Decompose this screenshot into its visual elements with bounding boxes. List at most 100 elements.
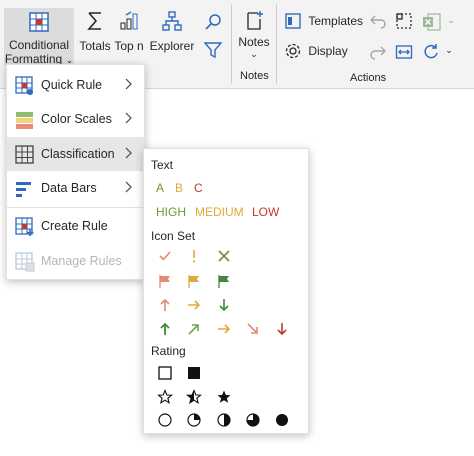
notes-group-label: Notes: [240, 70, 269, 82]
sigma-icon: [87, 12, 101, 30]
arrow-down-right-icon[interactable]: [245, 321, 261, 337]
chevron-down-icon: ⌄: [447, 15, 455, 25]
menu-item-classification[interactable]: Classification: [7, 137, 144, 171]
menu-item-data-bars[interactable]: Data Bars: [7, 171, 144, 205]
arrow-up-right-icon[interactable]: [186, 321, 202, 337]
table-grid-icon: [29, 12, 49, 32]
menu-item-create-rule[interactable]: Create Rule: [7, 209, 144, 243]
rating-section-header: Rating: [151, 344, 186, 358]
actions-group-label: Actions: [350, 72, 387, 84]
explorer-button[interactable]: Explorer: [148, 10, 196, 53]
menu-item-label: Color Scales: [41, 112, 112, 126]
circle-half-icon[interactable]: [216, 412, 232, 428]
chevron-right-icon: [125, 78, 132, 90]
letter-b-option[interactable]: B: [175, 181, 183, 195]
fit-width-button[interactable]: [394, 43, 414, 61]
arrow-right-icon[interactable]: [216, 321, 232, 337]
square-filled-icon[interactable]: [186, 365, 202, 381]
menu-item-label: Quick Rule: [41, 78, 103, 92]
arrow-up-icon[interactable]: [157, 297, 173, 313]
circle-empty-icon[interactable]: [157, 412, 173, 428]
chevron-right-icon: [125, 112, 132, 124]
menu-item-color-scales[interactable]: Color Scales: [7, 102, 144, 136]
star-empty-icon[interactable]: [157, 389, 173, 405]
menu-item-quick-rule[interactable]: Quick Rule: [7, 68, 144, 102]
conditional-formatting-menu: Quick Rule Color Scales Classification D…: [6, 64, 145, 280]
chevron-right-icon: [125, 147, 132, 159]
color-scales-icon: [16, 112, 33, 129]
arrows-horizontal-icon: [395, 45, 413, 59]
checkmark-icon[interactable]: [157, 248, 173, 264]
letter-c-option[interactable]: C: [194, 181, 203, 195]
arrow-down-icon[interactable]: [274, 321, 290, 337]
menu-item-manage-rules: Manage Rules: [7, 244, 144, 278]
notes-button[interactable]: Notes ⌄: [236, 10, 272, 60]
ribbon-separator: [231, 4, 232, 84]
refresh-button[interactable]: [420, 43, 442, 61]
circle-quarter-icon[interactable]: [186, 412, 202, 428]
display-button[interactable]: Display: [284, 42, 364, 64]
flag-green-icon[interactable]: [216, 273, 232, 289]
top-n-button[interactable]: Top n: [114, 10, 144, 53]
display-label: Display: [308, 44, 348, 58]
menu-item-label: Create Rule: [41, 219, 108, 233]
templates-button[interactable]: Templates: [284, 12, 364, 34]
classification-submenu: Text A B C HIGH MEDIUM LOW Icon Set Rati…: [143, 148, 309, 434]
hierarchy-icon: [162, 11, 182, 31]
conditional-formatting-label: Conditional: [8, 38, 70, 52]
arrow-right-icon[interactable]: [186, 297, 202, 313]
cross-icon[interactable]: [216, 248, 232, 264]
menu-item-label: Manage Rules: [41, 254, 122, 268]
arrow-down-icon[interactable]: [216, 297, 232, 313]
excel-dropdown[interactable]: ⌄: [446, 15, 456, 26]
manage-rules-icon: [15, 252, 35, 272]
search-icon: [205, 14, 221, 30]
gear-icon: [285, 43, 301, 59]
chevron-right-icon: [125, 181, 132, 193]
notes-label: Notes: [238, 35, 270, 49]
menu-divider: [7, 207, 144, 208]
refresh-dropdown[interactable]: ⌄: [444, 45, 454, 56]
filter-icon: [203, 42, 223, 59]
redo-icon: [370, 46, 386, 60]
quick-rule-icon: [15, 76, 33, 95]
undo-icon: [370, 15, 386, 29]
letter-a-option[interactable]: A: [156, 181, 164, 195]
top-n-chart-icon: [120, 11, 138, 30]
create-rule-icon: [15, 217, 34, 236]
level-high-option[interactable]: HIGH: [156, 205, 186, 219]
ribbon-separator: [276, 4, 277, 84]
undo-button[interactable]: [368, 12, 388, 30]
circle-filled-icon[interactable]: [274, 412, 290, 428]
export-excel-button[interactable]: [420, 12, 444, 32]
refresh-icon: [424, 44, 438, 59]
filter-button[interactable]: [202, 40, 224, 60]
classification-grid-icon: [15, 145, 34, 164]
square-empty-icon[interactable]: [157, 365, 173, 381]
totals-button[interactable]: Totals: [78, 10, 112, 53]
select-area-button[interactable]: [394, 12, 414, 30]
redo-button[interactable]: [368, 43, 388, 61]
circle-three-quarter-icon[interactable]: [245, 412, 261, 428]
flag-yellow-icon[interactable]: [186, 273, 202, 289]
level-medium-option[interactable]: MEDIUM: [195, 205, 244, 219]
templates-icon: [285, 13, 301, 29]
search-button[interactable]: [202, 12, 224, 32]
arrow-up-icon[interactable]: [157, 321, 173, 337]
chevron-down-icon: ⌄: [445, 45, 453, 55]
icon-set-section-header: Icon Set: [151, 229, 196, 243]
text-section-header: Text: [151, 158, 174, 172]
star-half-icon[interactable]: [186, 389, 202, 405]
explorer-label: Explorer: [149, 39, 195, 53]
level-low-option[interactable]: LOW: [252, 205, 279, 219]
menu-item-label: Data Bars: [41, 181, 97, 195]
star-filled-icon[interactable]: [216, 389, 232, 405]
add-note-icon: [247, 11, 263, 30]
select-frame-icon: [396, 13, 412, 29]
flag-red-icon[interactable]: [157, 273, 173, 289]
exclamation-icon[interactable]: [186, 248, 202, 264]
excel-icon: [423, 13, 441, 31]
chevron-down-icon: ⌄: [250, 49, 258, 59]
top-n-label: Top n: [114, 39, 144, 53]
conditional-formatting-button[interactable]: Conditional Formatting ⌄: [4, 8, 74, 66]
